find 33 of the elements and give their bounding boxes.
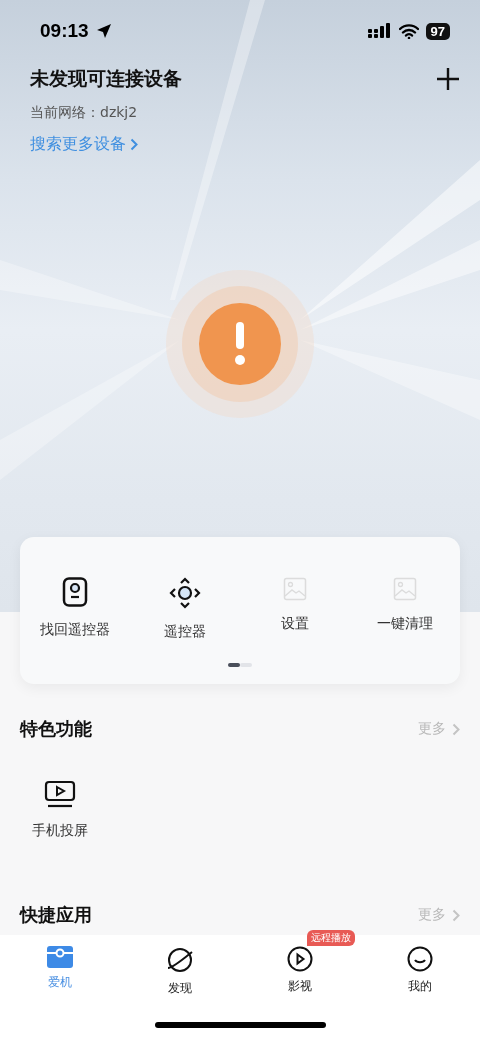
tab[interactable]: 爱机: [48, 974, 72, 991]
status-time: 09:13: [40, 20, 89, 42]
image-placeholder-icon: [393, 577, 417, 601]
battery-level: 97: [425, 22, 450, 40]
device-icon: [47, 946, 73, 968]
action-label[interactable]: 找回遥控器: [40, 621, 110, 639]
image-placeholder-icon: [283, 577, 307, 601]
section-title: 特色功能: [20, 717, 92, 741]
signal-icon: [367, 23, 392, 39]
page-title: 未发现可连接设备: [30, 66, 182, 91]
play-icon: [287, 946, 313, 972]
action-label[interactable]: 一键清理: [377, 615, 433, 633]
network-name: 当前网络：dzkj2: [30, 104, 139, 122]
chevron-right-icon: [130, 138, 138, 151]
direction-pad-icon: [169, 577, 201, 609]
tab[interactable]: 影视: [288, 978, 312, 995]
location-arrow-icon: [95, 23, 112, 39]
action-label[interactable]: 遥控器: [164, 623, 206, 641]
tab-badge: 远程播放: [307, 930, 355, 946]
chevron-right-icon: [452, 908, 460, 922]
tab[interactable]: 我的: [408, 978, 432, 995]
add-icon[interactable]: [436, 67, 460, 91]
remote-control-icon: [62, 577, 88, 607]
chevron-right-icon: [452, 722, 460, 736]
tab[interactable]: 发现: [168, 980, 192, 997]
warning-icon: [165, 269, 315, 419]
screen-play-icon: [44, 780, 76, 808]
smiley-icon: [407, 946, 433, 972]
feature-label[interactable]: 手机投屏: [32, 822, 88, 840]
section-title: 快捷应用: [20, 903, 92, 927]
wifi-icon: [398, 23, 419, 39]
planet-icon: [165, 946, 195, 974]
action-label[interactable]: 设置: [281, 615, 309, 633]
